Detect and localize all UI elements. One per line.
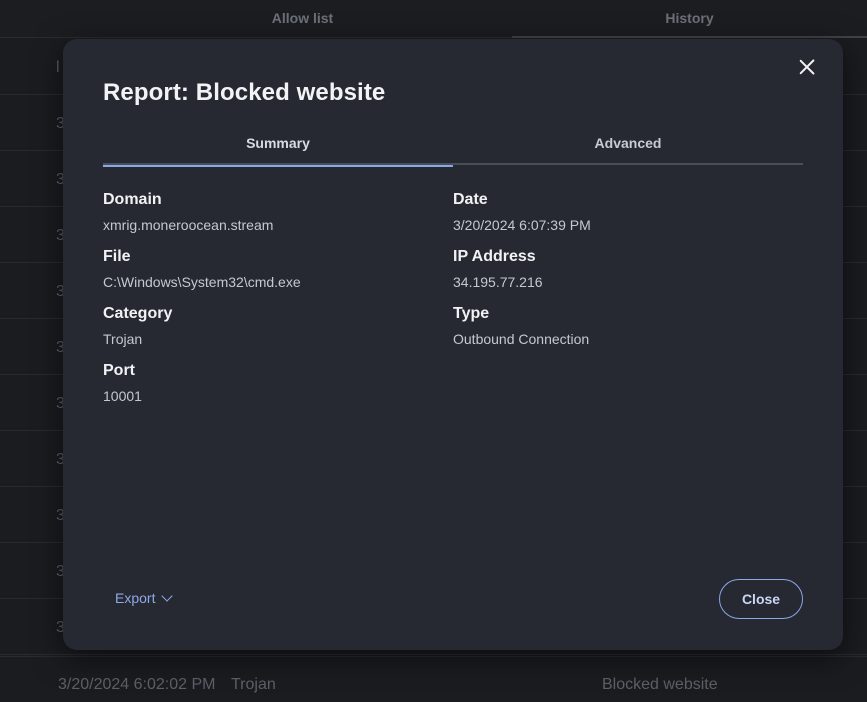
- field-value: 10001: [103, 388, 142, 404]
- field-value: 3/20/2024 6:07:39 PM: [453, 217, 591, 233]
- field-label: Type: [453, 305, 490, 322]
- background-tab-bar: Allow list History: [0, 0, 867, 38]
- export-label: Export: [115, 590, 156, 606]
- field-domain: Domain xmrig.moneroocean.stream: [103, 191, 273, 233]
- field-port: Port 10001: [103, 362, 142, 404]
- dialog-tabs: Summary Advanced: [103, 127, 803, 167]
- dialog-title: Report: Blocked website: [103, 79, 386, 106]
- field-value: Outbound Connection: [453, 331, 590, 347]
- field-date: Date 3/20/2024 6:07:39 PM: [453, 191, 591, 233]
- tab-allow-list[interactable]: Allow list: [100, 0, 505, 38]
- field-file: File C:\Windows\System32\cmd.exe: [103, 248, 301, 290]
- tab-history[interactable]: History: [512, 0, 867, 38]
- field-label: IP Address: [453, 248, 536, 265]
- close-icon[interactable]: [794, 54, 820, 80]
- field-type: Type Outbound Connection: [453, 305, 589, 347]
- row-lead-text: l: [56, 59, 60, 76]
- field-value: 34.195.77.216: [453, 274, 543, 290]
- field-value: Trojan: [103, 331, 143, 347]
- field-label: Port: [103, 362, 135, 379]
- field-ip-address: IP Address 34.195.77.216: [453, 248, 543, 290]
- history-row[interactable]: 3/20/2024 6:02:02 PM Trojan Blocked webs…: [0, 656, 867, 702]
- history-event: Blocked website: [602, 676, 718, 693]
- field-label: Domain: [103, 191, 162, 208]
- chevron-down-icon: [161, 590, 174, 602]
- field-category: Category Trojan: [103, 305, 172, 347]
- history-category: Trojan: [231, 676, 276, 693]
- history-date: 3/20/2024 6:02:02 PM: [58, 676, 216, 693]
- field-label: Date: [453, 191, 488, 208]
- report-dialog: Report: Blocked website Summary Advanced…: [63, 39, 843, 650]
- tab-advanced[interactable]: Advanced: [453, 127, 803, 165]
- field-label: File: [103, 248, 131, 265]
- tab-summary[interactable]: Summary: [103, 127, 453, 167]
- field-label: Category: [103, 305, 173, 322]
- export-button[interactable]: Export: [115, 590, 174, 606]
- close-button[interactable]: Close: [719, 579, 803, 619]
- field-value: xmrig.moneroocean.stream: [103, 217, 274, 233]
- field-value: C:\Windows\System32\cmd.exe: [103, 274, 301, 290]
